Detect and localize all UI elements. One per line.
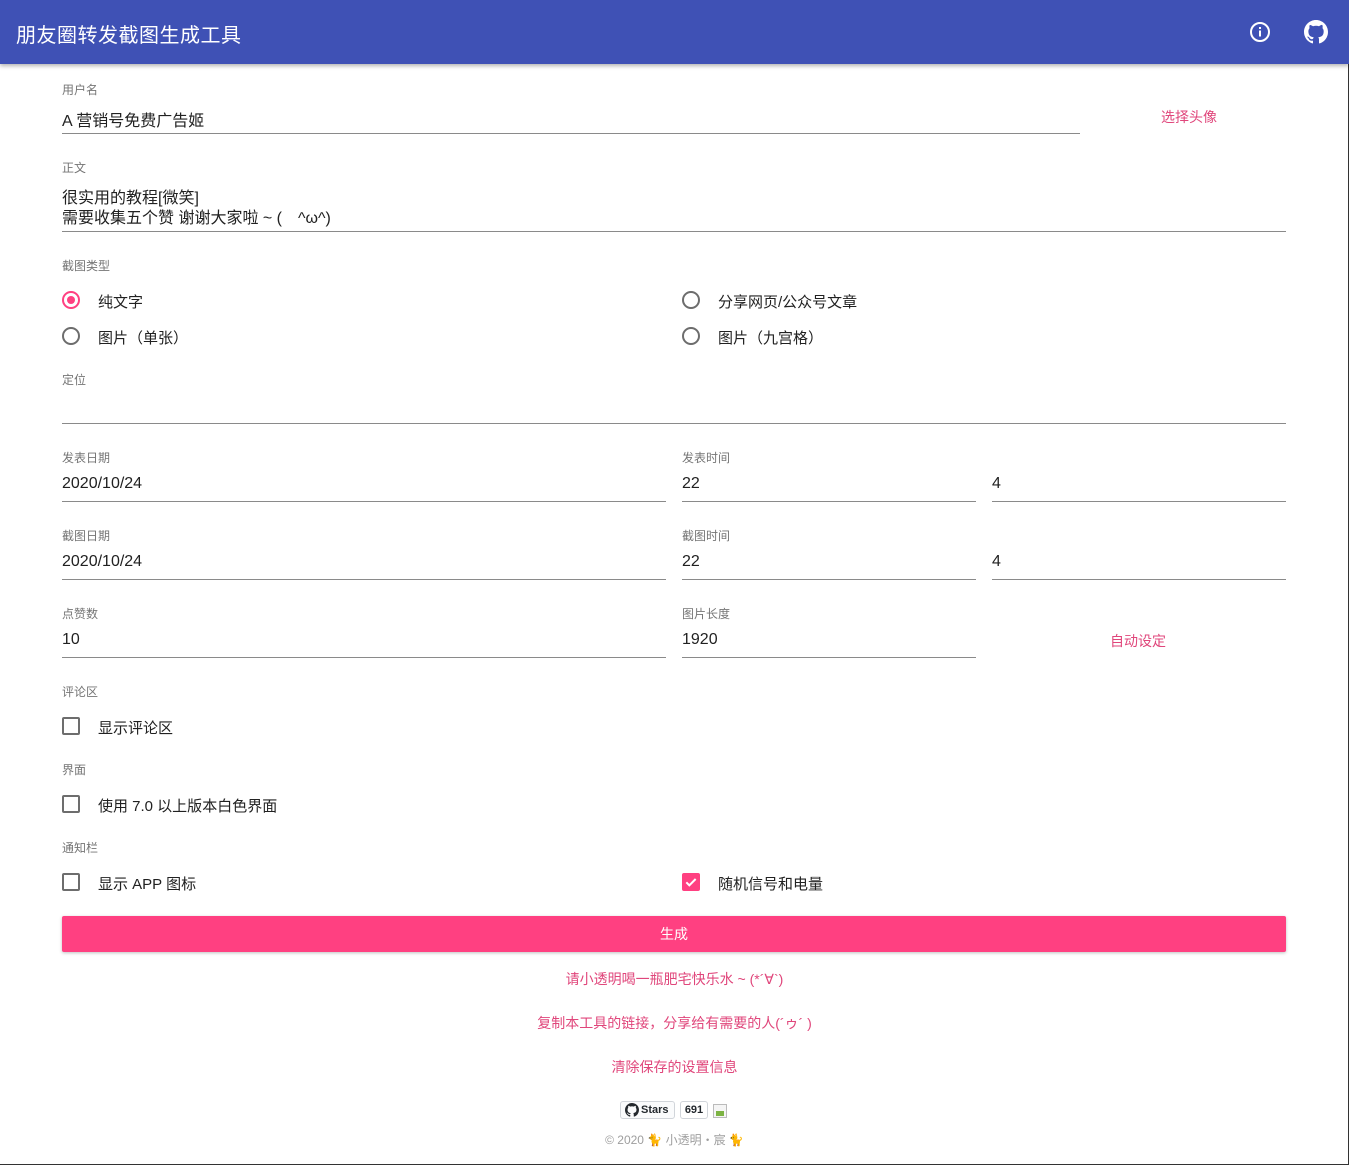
radio-nine-grid-label[interactable]: 图片（九宫格） bbox=[718, 327, 823, 348]
likes-underline bbox=[62, 657, 666, 658]
show-comments-checkbox[interactable] bbox=[62, 717, 80, 735]
white-ui-checkbox[interactable] bbox=[62, 795, 80, 813]
white-ui-label[interactable]: 使用 7.0 以上版本白色界面 bbox=[98, 795, 277, 816]
body-underline bbox=[62, 231, 1286, 232]
capture-time-label: 截图时间 bbox=[682, 529, 731, 543]
generate-button[interactable]: 生成 bbox=[62, 916, 1286, 952]
share-link[interactable]: 复制本工具的链接，分享给有需要的人(´ゥ´ ) bbox=[0, 1013, 1349, 1033]
broken-image-icon bbox=[713, 1104, 727, 1118]
show-comments-label[interactable]: 显示评论区 bbox=[98, 717, 173, 738]
capture-hour-underline bbox=[682, 579, 976, 580]
body-label: 正文 bbox=[62, 161, 87, 175]
screenshot-type-label: 截图类型 bbox=[62, 259, 111, 273]
capture-date-input[interactable]: 2020/10/24 bbox=[62, 553, 142, 571]
username-input[interactable]: A 营销号免费广告姬 bbox=[62, 107, 204, 131]
donate-link[interactable]: 请小透明喝一瓶肥宅快乐水 ~ (*´∀`) bbox=[0, 969, 1349, 989]
radio-single-image[interactable] bbox=[62, 327, 80, 345]
app-bar: 朋友圈转发截图生成工具 bbox=[0, 0, 1349, 64]
capture-date-label: 截图日期 bbox=[62, 529, 111, 543]
info-icon[interactable] bbox=[1248, 20, 1272, 44]
username-underline bbox=[62, 133, 1080, 134]
radio-plain-text[interactable] bbox=[62, 291, 80, 309]
footer-copyright: © 2020 🐈 小透明・宸 🐈 bbox=[605, 1133, 744, 1147]
github-icon[interactable] bbox=[1304, 20, 1328, 44]
capture-hour-input[interactable]: 22 bbox=[682, 553, 700, 571]
likes-input[interactable]: 10 bbox=[62, 631, 80, 649]
location-label: 定位 bbox=[62, 373, 87, 387]
radio-share-article-label[interactable]: 分享网页/公众号文章 bbox=[718, 291, 857, 312]
auto-set-button[interactable]: 自动设定 bbox=[1110, 631, 1166, 651]
check-icon bbox=[685, 878, 697, 887]
app-title: 朋友圈转发截图生成工具 bbox=[16, 25, 242, 47]
github-badge-icon bbox=[625, 1103, 639, 1117]
choose-avatar-button[interactable]: 选择头像 bbox=[1161, 107, 1217, 127]
show-app-icon-checkbox[interactable] bbox=[62, 873, 80, 891]
username-label: 用户名 bbox=[62, 83, 99, 97]
show-app-icon-label[interactable]: 显示 APP 图标 bbox=[98, 873, 196, 894]
random-signal-label[interactable]: 随机信号和电量 bbox=[718, 873, 823, 894]
github-stars-button[interactable]: Stars bbox=[620, 1101, 675, 1119]
capture-minute-input[interactable]: 4 bbox=[992, 553, 1001, 571]
image-length-input[interactable]: 1920 bbox=[682, 631, 718, 649]
publish-date-input[interactable]: 2020/10/24 bbox=[62, 475, 142, 493]
github-stars-label: Stars bbox=[641, 1104, 669, 1116]
radio-nine-grid[interactable] bbox=[682, 327, 700, 345]
publish-date-underline bbox=[62, 501, 666, 502]
publish-minute-input[interactable]: 4 bbox=[992, 475, 1001, 493]
location-underline bbox=[62, 423, 1286, 424]
likes-label: 点赞数 bbox=[62, 607, 99, 621]
publish-time-label: 发表时间 bbox=[682, 451, 731, 465]
capture-date-underline bbox=[62, 579, 666, 580]
body-line-2: 需要收集五个赞 谢谢大家啦 ~ ( ^ω^) bbox=[62, 210, 331, 227]
publish-date-label: 发表日期 bbox=[62, 451, 111, 465]
publish-minute-underline bbox=[992, 501, 1286, 502]
publish-hour-underline bbox=[682, 501, 976, 502]
interface-label: 界面 bbox=[62, 763, 87, 777]
image-length-underline bbox=[682, 657, 976, 658]
radio-single-image-label[interactable]: 图片（单张） bbox=[98, 327, 188, 348]
image-length-label: 图片长度 bbox=[682, 607, 731, 621]
clear-settings-link[interactable]: 清除保存的设置信息 bbox=[0, 1057, 1349, 1077]
notification-label: 通知栏 bbox=[62, 841, 99, 855]
capture-minute-underline bbox=[992, 579, 1286, 580]
github-stars-count[interactable]: 691 bbox=[680, 1101, 708, 1119]
random-signal-checkbox[interactable] bbox=[682, 873, 700, 891]
radio-share-article[interactable] bbox=[682, 291, 700, 309]
publish-hour-input[interactable]: 22 bbox=[682, 475, 700, 493]
comments-label: 评论区 bbox=[62, 685, 99, 699]
radio-plain-text-label[interactable]: 纯文字 bbox=[98, 291, 143, 312]
